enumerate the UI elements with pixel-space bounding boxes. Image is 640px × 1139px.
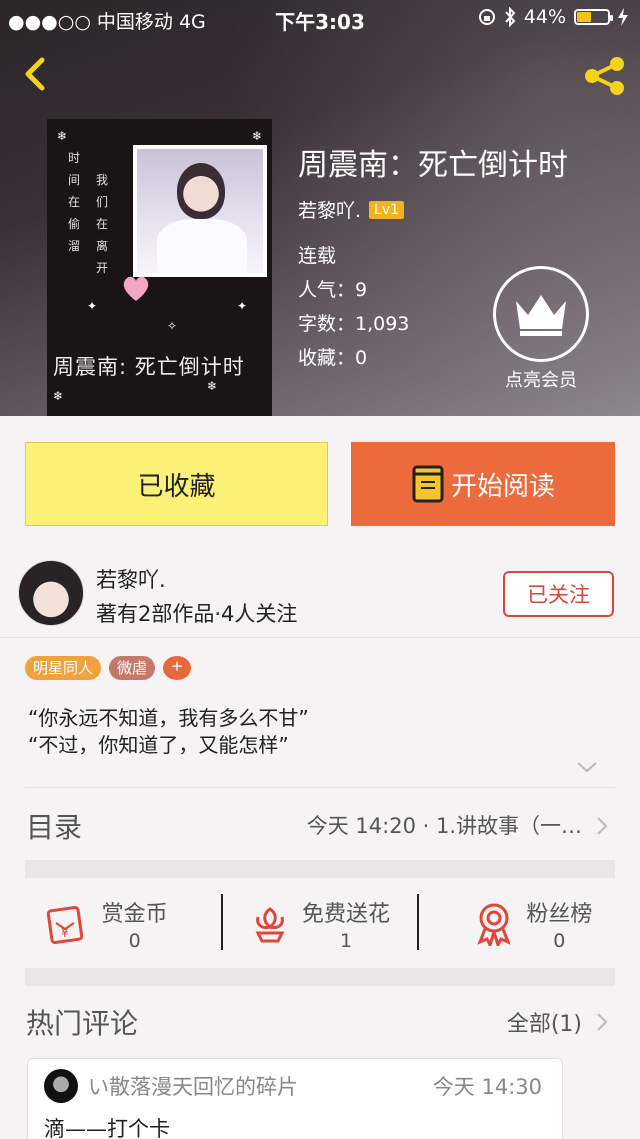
toc-label: 目录 — [26, 811, 83, 844]
fan-ranking-label: 粉丝榜 — [526, 902, 593, 927]
book-title: 周震南：死亡倒计时 — [298, 148, 568, 183]
cover-poem-col1: 时间在偷溜 — [67, 151, 80, 253]
avatar[interactable] — [18, 560, 84, 626]
cover-poem-col2: 我们在离开 — [95, 173, 108, 275]
tag-item[interactable]: 明星同人 — [25, 656, 102, 680]
book-icon — [412, 465, 444, 503]
author-card[interactable]: 若黎吖. 著有2部作品·4人关注 已关注 — [0, 556, 640, 638]
comment-user[interactable]: い散落漫天回忆的碎片 — [88, 1071, 298, 1101]
divider — [25, 787, 615, 788]
send-flower-count: 1 — [339, 930, 353, 952]
fan-ranking-count: 0 — [553, 930, 566, 952]
comment-card[interactable]: い散落漫天回忆的碎片 今天 14:30 滴——打个卡 — [27, 1058, 563, 1139]
divider — [221, 894, 223, 950]
level-badge: Lv1 — [369, 200, 405, 219]
favorite-label: 已收藏 — [137, 471, 216, 502]
hot-comments-header: 热门评论 全部(1) — [0, 990, 640, 1050]
follow-button[interactable]: 已关注 — [503, 571, 614, 617]
section-gap — [25, 860, 615, 878]
vip-label: 点亮会员 — [505, 370, 577, 391]
synopsis-line: “不过，你知道了，又能怎样” — [28, 733, 289, 757]
book-cover[interactable]: ❄ ✦ ✧ ✦ ❄ ❄ ❄ 时间在偷溜 我们在离开 周震南: 死亡倒计时 — [47, 119, 272, 416]
tag-item[interactable]: 微虐 — [109, 656, 156, 680]
reward-coin-label: 赏金币 — [101, 902, 168, 927]
start-reading-label: 开始阅读 — [450, 471, 555, 502]
comment-time: 今天 14:30 — [432, 1075, 542, 1099]
section-gap — [25, 968, 615, 986]
chevron-down-icon[interactable] — [576, 760, 598, 774]
add-tag-button[interactable]: + — [163, 656, 192, 680]
tag-list: 明星同人 微虐 + — [25, 656, 192, 680]
charging-icon — [618, 8, 628, 26]
battery-icon — [574, 9, 613, 25]
share-icon — [585, 57, 624, 95]
back-button[interactable] — [18, 56, 54, 92]
stats-row: ¥ 赏金币 0 免费送花 1 粉丝榜 0 — [0, 878, 640, 970]
start-reading-button[interactable]: 开始阅读 — [351, 442, 615, 526]
heart-icon — [123, 276, 149, 301]
crown-icon — [516, 295, 566, 336]
vip-button[interactable]: 点亮会员 — [493, 266, 589, 392]
ribbon-badge-icon — [477, 903, 511, 946]
chevron-left-icon — [25, 57, 45, 91]
lock-rotation-icon — [478, 9, 495, 25]
chevron-right-icon[interactable] — [596, 1012, 608, 1032]
avatar[interactable] — [44, 1069, 78, 1103]
divider — [417, 894, 419, 950]
reward-coin-button[interactable]: ¥ 赏金币 0 — [0, 878, 213, 970]
reward-coin-count: 0 — [128, 930, 141, 952]
author-name: 若黎吖. — [96, 568, 166, 592]
bluetooth-icon — [505, 7, 516, 27]
synopsis-line: “你永远不知道，我有多么不甘” — [28, 706, 309, 730]
status-bar: ●●●○○ 中国移动 4G 下午3:03 44% — [0, 0, 640, 36]
book-author[interactable]: 若黎吖. — [298, 196, 361, 223]
favorite-button[interactable]: 已收藏 — [25, 442, 328, 526]
red-envelope-icon: ¥ — [46, 905, 83, 945]
send-flower-label: 免费送花 — [301, 902, 390, 927]
all-comments-link[interactable]: 全部(1) — [507, 1006, 582, 1038]
flower-icon — [255, 907, 285, 943]
latest-chapter: 今天 14:20 · 1.讲故事（一… — [306, 814, 582, 838]
cover-photo — [133, 145, 267, 277]
svg-text:¥: ¥ — [61, 926, 69, 940]
comment-text: 滴——打个卡 — [44, 1117, 170, 1139]
battery-percent: 44% — [523, 6, 566, 28]
author-meta: 著有2部作品·4人关注 — [96, 602, 298, 626]
send-flower-button[interactable]: 免费送花 1 — [213, 878, 426, 970]
chevron-right-icon — [597, 817, 608, 835]
fan-ranking-button[interactable]: 粉丝榜 0 — [427, 878, 640, 970]
share-button[interactable] — [582, 54, 628, 98]
table-of-contents-row[interactable]: 目录 今天 14:20 · 1.讲故事（一… — [0, 790, 640, 860]
hot-comments-label: 热门评论 — [26, 1007, 139, 1040]
synopsis: “你永远不知道，我有多么不甘” “不过，你知道了，又能怎样” — [28, 705, 309, 759]
cover-title: 周震南: 死亡倒计时 — [53, 355, 245, 379]
